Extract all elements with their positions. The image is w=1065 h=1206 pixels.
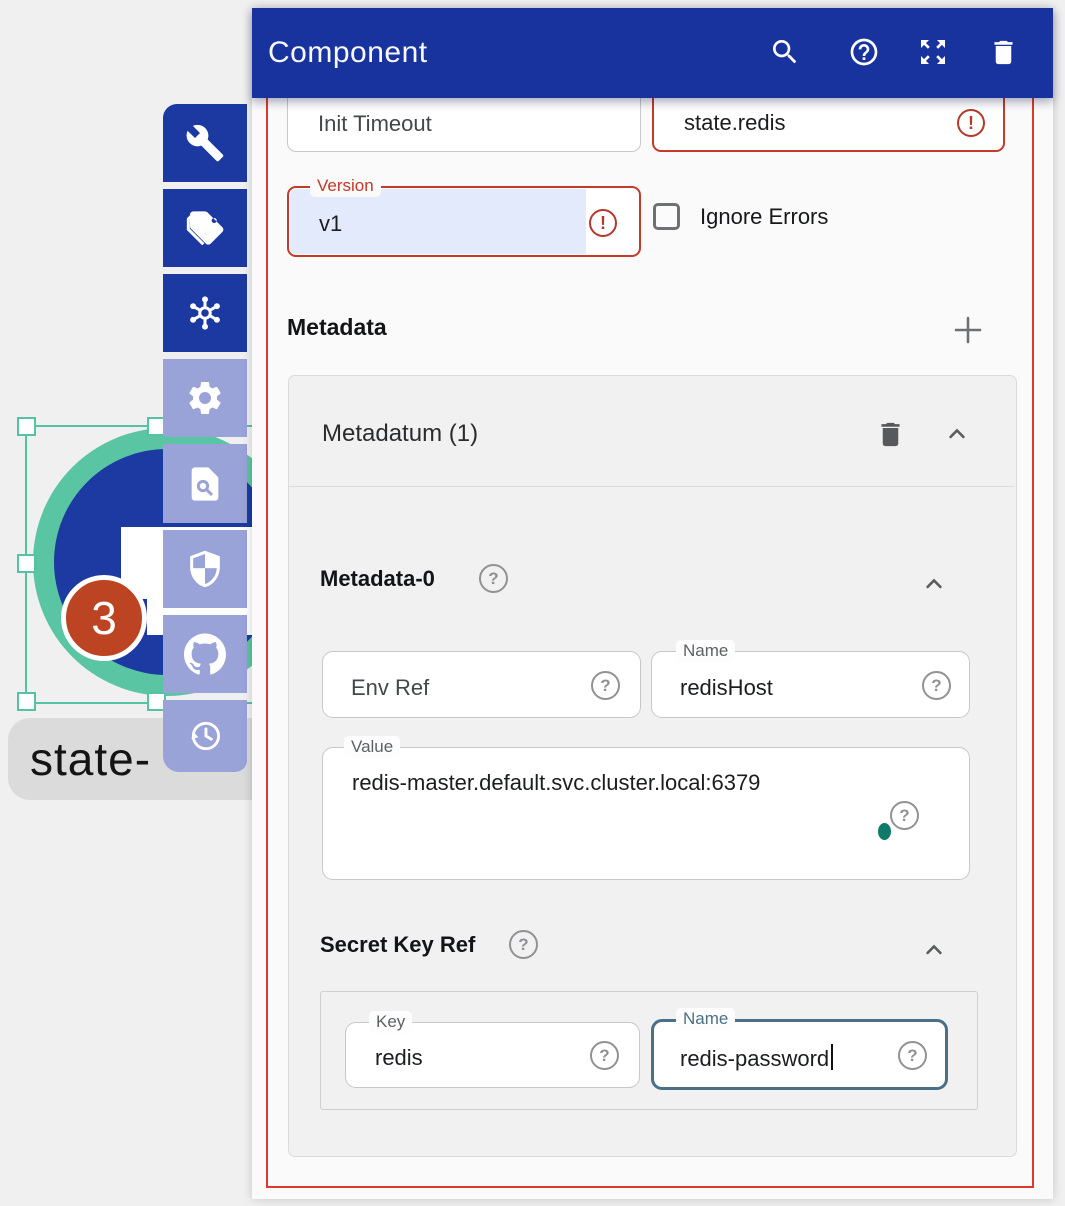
trash-icon bbox=[875, 419, 906, 450]
delete-component-button[interactable] bbox=[981, 30, 1025, 74]
secret-name-label: Name bbox=[676, 1008, 735, 1030]
metadata-value-label: Value bbox=[344, 736, 400, 758]
toolbar-button-tags[interactable] bbox=[163, 189, 247, 267]
tag-icon bbox=[185, 208, 225, 248]
search-button[interactable] bbox=[763, 30, 807, 74]
toolbar-button-build[interactable] bbox=[163, 104, 247, 182]
search-icon bbox=[769, 36, 801, 68]
help-icon[interactable]: ? bbox=[922, 671, 951, 700]
shield-icon bbox=[185, 549, 225, 589]
chevron-up-icon bbox=[920, 936, 948, 964]
selection-handle-bottom-left[interactable] bbox=[17, 692, 36, 711]
secret-name-value: redis-password bbox=[680, 1046, 829, 1071]
error-icon: ! bbox=[589, 209, 617, 237]
card-divider bbox=[289, 486, 1014, 487]
drawer-title: Component bbox=[268, 8, 428, 98]
toolbar-button-inspect[interactable] bbox=[163, 444, 247, 523]
chevron-up-icon bbox=[920, 570, 948, 598]
toolbar-button-history[interactable] bbox=[163, 700, 247, 772]
plus-icon bbox=[950, 312, 986, 348]
drawer-header: Component bbox=[252, 8, 1053, 98]
collapse-metadatum-button[interactable] bbox=[935, 412, 979, 456]
ignore-errors-checkbox[interactable] bbox=[653, 203, 680, 230]
metadata-heading: Metadata bbox=[287, 314, 387, 341]
metadata0-heading: Metadata-0 bbox=[320, 566, 435, 592]
error-icon: ! bbox=[957, 109, 985, 137]
app-root: 3 state- bbox=[0, 0, 1065, 1206]
fullscreen-icon bbox=[917, 36, 949, 68]
metadata-value-text: redis-master.default.svc.cluster.local:6… bbox=[323, 748, 969, 796]
wrench-icon bbox=[185, 123, 225, 163]
error-count-badge[interactable]: 3 bbox=[61, 575, 147, 661]
document-search-icon bbox=[185, 464, 225, 504]
metadatum-card-title: Metadatum (1) bbox=[322, 420, 478, 448]
help-icon[interactable]: ? bbox=[509, 930, 538, 959]
help-icon[interactable]: ? bbox=[591, 671, 620, 700]
metadata-value-field[interactable]: redis-master.default.svc.cluster.local:6… bbox=[322, 747, 970, 880]
help-icon bbox=[848, 36, 880, 68]
toolbar-button-github[interactable] bbox=[163, 615, 247, 693]
toolbar-button-settings[interactable] bbox=[163, 359, 247, 437]
add-metadata-button[interactable] bbox=[946, 308, 990, 352]
expand-button[interactable] bbox=[911, 30, 955, 74]
toolbar-button-security[interactable] bbox=[163, 530, 247, 608]
version-value: v1 bbox=[319, 211, 342, 237]
trash-icon bbox=[988, 37, 1019, 68]
ignore-errors-label: Ignore Errors bbox=[700, 203, 828, 231]
badge-count: 3 bbox=[91, 591, 117, 645]
collapse-secret-button[interactable] bbox=[912, 928, 956, 972]
secret-key-label: Key bbox=[369, 1011, 412, 1033]
help-icon[interactable]: ? bbox=[479, 564, 508, 593]
hub-icon bbox=[184, 292, 226, 334]
help-icon[interactable]: ? bbox=[898, 1041, 927, 1070]
gear-icon bbox=[185, 378, 225, 418]
metadata-name-label: Name bbox=[676, 640, 735, 662]
github-icon bbox=[184, 633, 226, 675]
text-cursor bbox=[831, 1044, 833, 1070]
history-icon bbox=[186, 717, 224, 755]
delete-metadatum-button[interactable] bbox=[868, 412, 912, 456]
help-button[interactable] bbox=[842, 30, 886, 74]
collapse-metadata0-button[interactable] bbox=[912, 562, 956, 606]
selection-handle-mid-left[interactable] bbox=[17, 554, 36, 573]
secret-key-ref-heading: Secret Key Ref bbox=[320, 932, 475, 958]
help-icon[interactable]: ? bbox=[890, 801, 919, 830]
help-icon[interactable]: ? bbox=[590, 1041, 619, 1070]
node-name-text: state- bbox=[30, 733, 151, 785]
chevron-up-icon bbox=[943, 420, 971, 448]
selection-handle-top-left[interactable] bbox=[17, 417, 36, 436]
toolbar-button-hub[interactable] bbox=[163, 274, 247, 352]
version-label: Version bbox=[310, 175, 381, 197]
drag-dot[interactable] bbox=[878, 823, 891, 840]
env-ref-field[interactable]: Env Ref ? bbox=[322, 651, 641, 718]
